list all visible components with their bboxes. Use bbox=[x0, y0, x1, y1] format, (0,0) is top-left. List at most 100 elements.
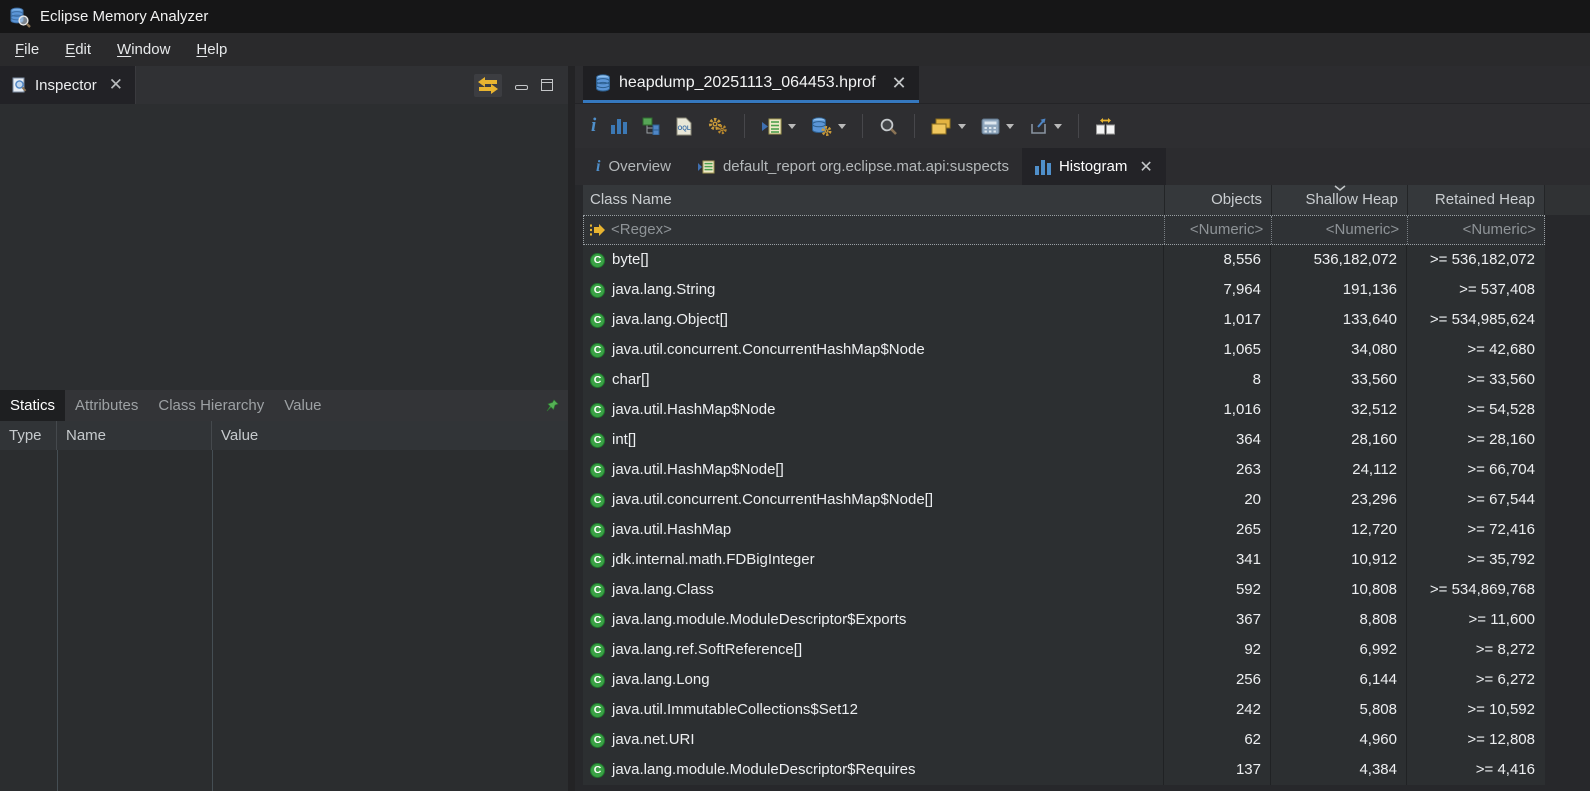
class-icon: C bbox=[590, 373, 605, 388]
close-icon[interactable]: ✕ bbox=[109, 75, 123, 95]
table-row[interactable]: C java.util.ImmutableCollections$Set12 2… bbox=[583, 695, 1545, 725]
column-header-objects[interactable]: Objects bbox=[1165, 185, 1272, 215]
menu-file[interactable]: File bbox=[2, 33, 52, 66]
table-row[interactable]: C java.lang.Class 592 10,808 >= 534,869,… bbox=[583, 575, 1545, 605]
chevron-down-icon[interactable] bbox=[958, 124, 966, 129]
sort-descending-icon bbox=[1334, 185, 1346, 191]
info-icon[interactable]: i bbox=[587, 114, 600, 138]
column-header-type[interactable]: Type bbox=[0, 421, 57, 450]
objects-cell: 1,016 bbox=[1164, 395, 1271, 425]
numeric-filter-objects[interactable]: <Numeric> bbox=[1164, 216, 1271, 244]
chevron-down-icon[interactable] bbox=[1054, 124, 1062, 129]
class-name-cell: C java.lang.Object[] bbox=[583, 305, 1164, 335]
chevron-down-icon[interactable] bbox=[1006, 124, 1014, 129]
dominator-tree-icon[interactable] bbox=[638, 114, 665, 138]
subtab-class-hierarchy[interactable]: Class Hierarchy bbox=[148, 390, 274, 421]
regex-filter-input[interactable]: <Regex> bbox=[584, 216, 1164, 244]
objects-cell: 256 bbox=[1164, 665, 1271, 695]
class-icon: C bbox=[590, 523, 605, 538]
table-row[interactable]: C java.util.concurrent.ConcurrentHashMap… bbox=[583, 335, 1545, 365]
objects-cell: 92 bbox=[1164, 635, 1271, 665]
chevron-down-icon[interactable] bbox=[788, 124, 796, 129]
histogram-filter-row: <Regex> <Numeric> <Numeric> <Numeric> bbox=[583, 215, 1545, 245]
objects-cell: 265 bbox=[1164, 515, 1271, 545]
table-row[interactable]: C java.lang.module.ModuleDescriptor$Expo… bbox=[583, 605, 1545, 635]
result-tab-bar: i Overview default_report org.eclipse.ma… bbox=[575, 148, 1590, 185]
class-name-cell: C java.lang.Class bbox=[583, 575, 1164, 605]
numeric-filter-shallow[interactable]: <Numeric> bbox=[1271, 216, 1407, 244]
retained-heap-cell: >= 66,704 bbox=[1407, 455, 1544, 485]
table-row[interactable]: C java.util.HashMap$Node 1,016 32,512 >=… bbox=[583, 395, 1545, 425]
column-header-shallow-heap[interactable]: Shallow Heap bbox=[1272, 185, 1408, 215]
compare-tables-icon[interactable] bbox=[1091, 114, 1120, 138]
table-row[interactable]: C byte[] 8,556 536,182,072 >= 536,182,07… bbox=[583, 245, 1545, 275]
menu-window[interactable]: Window bbox=[104, 33, 183, 66]
tab-overview[interactable]: i Overview bbox=[583, 148, 684, 185]
class-name-cell: C java.util.HashMap$Node bbox=[583, 395, 1164, 425]
table-row[interactable]: C java.lang.ref.SoftReference[] 92 6,992… bbox=[583, 635, 1545, 665]
table-row[interactable]: C java.util.HashMap 265 12,720 >= 72,416 bbox=[583, 515, 1545, 545]
inspector-table-header: Type Name Value bbox=[0, 421, 568, 450]
calculator-icon[interactable] bbox=[977, 115, 1018, 138]
query-browser-icon[interactable] bbox=[757, 115, 800, 138]
app-icon bbox=[9, 6, 31, 28]
close-icon[interactable]: ✕ bbox=[1139, 157, 1152, 177]
objects-cell: 341 bbox=[1164, 545, 1271, 575]
subtab-value[interactable]: Value bbox=[274, 390, 331, 421]
table-row[interactable]: C java.lang.Long 256 6,144 >= 6,272 bbox=[583, 665, 1545, 695]
thread-overview-icon[interactable] bbox=[703, 114, 732, 138]
table-row[interactable]: C int[] 364 28,160 >= 28,160 bbox=[583, 425, 1545, 455]
report-icon bbox=[697, 160, 715, 174]
class-icon: C bbox=[590, 673, 605, 688]
table-row[interactable]: C java.lang.Object[] 1,017 133,640 >= 53… bbox=[583, 305, 1545, 335]
maximize-icon[interactable] bbox=[541, 79, 553, 91]
table-row[interactable]: C java.net.URI 62 4,960 >= 12,808 bbox=[583, 725, 1545, 755]
class-icon: C bbox=[590, 613, 605, 628]
search-icon[interactable] bbox=[875, 114, 902, 139]
close-icon[interactable]: ✕ bbox=[892, 73, 907, 94]
retained-heap-cell: >= 10,592 bbox=[1407, 695, 1544, 725]
menu-help[interactable]: Help bbox=[183, 33, 240, 66]
editor-tab-bar: heapdump_20251113_064453.hprof ✕ bbox=[575, 66, 1590, 104]
link-with-snapshot-button[interactable] bbox=[474, 74, 502, 97]
pin-icon[interactable] bbox=[546, 390, 568, 421]
shallow-heap-cell: 28,160 bbox=[1271, 425, 1407, 455]
retained-heap-cell: >= 12,808 bbox=[1407, 725, 1544, 755]
column-header-class-name[interactable]: Class Name bbox=[583, 185, 1165, 215]
table-row[interactable]: C java.util.HashMap$Node[] 263 24,112 >=… bbox=[583, 455, 1545, 485]
objects-cell: 1,017 bbox=[1164, 305, 1271, 335]
export-icon[interactable] bbox=[1025, 114, 1066, 138]
tab-inspector[interactable]: Inspector ✕ bbox=[0, 66, 136, 104]
menu-edit[interactable]: Edit bbox=[52, 33, 104, 66]
tab-histogram[interactable]: Histogram ✕ bbox=[1022, 148, 1166, 185]
column-header-retained-heap[interactable]: Retained Heap bbox=[1408, 185, 1545, 215]
oql-icon[interactable]: OQL bbox=[672, 114, 696, 139]
heap-dump-icon bbox=[595, 74, 611, 92]
subtab-statics[interactable]: Statics bbox=[0, 390, 65, 421]
tab-heapdump[interactable]: heapdump_20251113_064453.hprof ✕ bbox=[583, 66, 919, 103]
heap-dump-actions-icon[interactable] bbox=[807, 114, 850, 139]
histogram-icon[interactable] bbox=[607, 115, 631, 137]
tab-default-report[interactable]: default_report org.eclipse.mat.api:suspe… bbox=[684, 148, 1022, 185]
column-header-name[interactable]: Name bbox=[57, 421, 212, 450]
class-icon: C bbox=[590, 703, 605, 718]
table-row[interactable]: C java.lang.String 7,964 191,136 >= 537,… bbox=[583, 275, 1545, 305]
class-name-cell: C java.util.HashMap bbox=[583, 515, 1164, 545]
svg-text:OQL: OQL bbox=[678, 126, 691, 132]
subtab-attributes[interactable]: Attributes bbox=[65, 390, 148, 421]
panel-sash[interactable] bbox=[568, 66, 575, 791]
class-name-cell: C char[] bbox=[583, 365, 1164, 395]
table-row[interactable]: C jdk.internal.math.FDBigInteger 341 10,… bbox=[583, 545, 1545, 575]
inspector-icon bbox=[12, 77, 27, 93]
chevron-down-icon[interactable] bbox=[838, 124, 846, 129]
table-row[interactable]: C char[] 8 33,560 >= 33,560 bbox=[583, 365, 1545, 395]
group-by-icon[interactable] bbox=[927, 115, 970, 138]
class-icon: C bbox=[590, 643, 605, 658]
class-name-cell: C java.net.URI bbox=[583, 725, 1164, 755]
column-header-value[interactable]: Value bbox=[212, 421, 568, 450]
table-row[interactable]: C java.util.concurrent.ConcurrentHashMap… bbox=[583, 485, 1545, 515]
shallow-heap-cell: 133,640 bbox=[1271, 305, 1407, 335]
minimize-icon[interactable] bbox=[515, 85, 528, 90]
table-row[interactable]: C java.lang.module.ModuleDescriptor$Requ… bbox=[583, 755, 1545, 785]
numeric-filter-retained[interactable]: <Numeric> bbox=[1407, 216, 1544, 244]
